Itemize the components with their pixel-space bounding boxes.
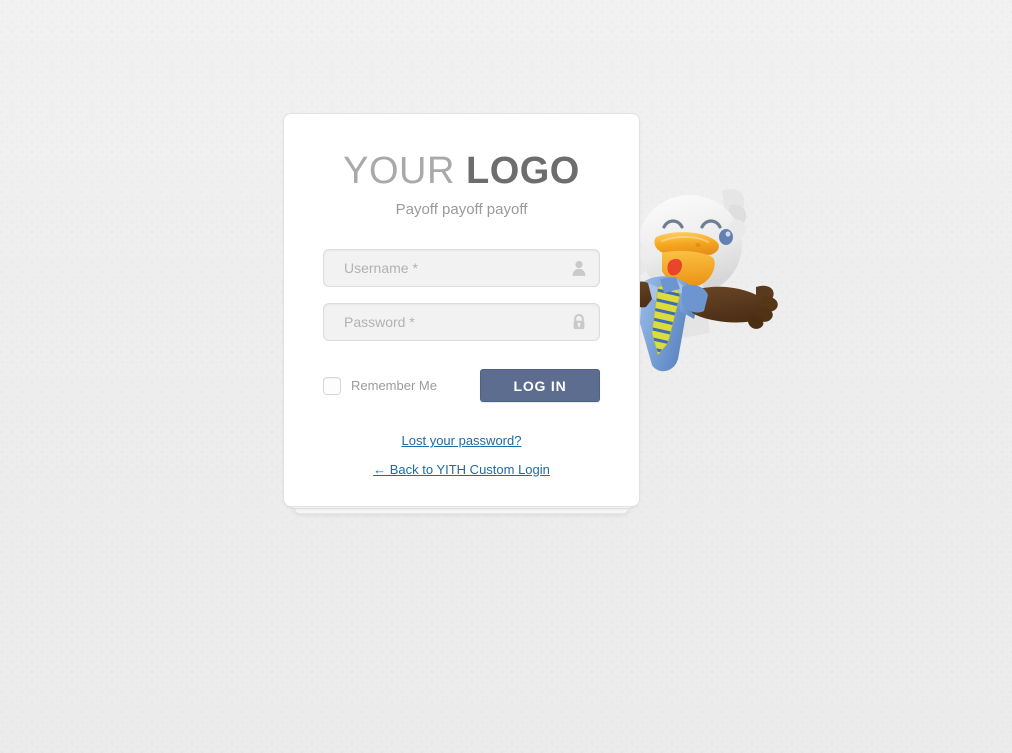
page-title: YOUR LOGO: [284, 114, 639, 190]
logo-text-bold: LOGO: [465, 150, 580, 192]
tagline: Payoff payoff payoff: [395, 201, 528, 218]
username-input[interactable]: [323, 249, 600, 287]
login-page: YOUR LOGO Payoff payoff payoff Username …: [0, 0, 1012, 753]
login-card: YOUR LOGO Payoff payoff payoff Username …: [283, 113, 640, 507]
password-input[interactable]: [323, 303, 600, 341]
login-button[interactable]: LOG IN: [480, 369, 600, 402]
remember-me-control[interactable]: Remember Me: [323, 376, 480, 395]
mascot-right-arm: [682, 285, 778, 329]
mascot-eyes: [662, 219, 722, 229]
remember-me-label: Remember Me: [351, 378, 437, 393]
logo-text-light: YOUR: [343, 150, 455, 192]
mascot-shirt: [640, 276, 698, 372]
login-form: [284, 217, 639, 341]
remember-me-checkbox[interactable]: [323, 376, 341, 395]
back-to-login-link[interactable]: ← Back to YITH Custom Login: [373, 463, 550, 476]
auxiliary-links: Lost your password? ← Back to YITH Custo…: [284, 402, 639, 479]
eagle-mascot: [618, 183, 783, 388]
password-field-wrapper: [323, 303, 600, 341]
mascot-body: [625, 188, 747, 343]
user-icon: [571, 260, 587, 277]
form-actions: Remember Me LOG IN: [284, 357, 639, 402]
lock-icon: [571, 313, 587, 331]
username-field-wrapper: [323, 249, 600, 287]
mascot-beak: [654, 232, 719, 288]
lost-password-link[interactable]: Lost your password?: [402, 434, 522, 447]
